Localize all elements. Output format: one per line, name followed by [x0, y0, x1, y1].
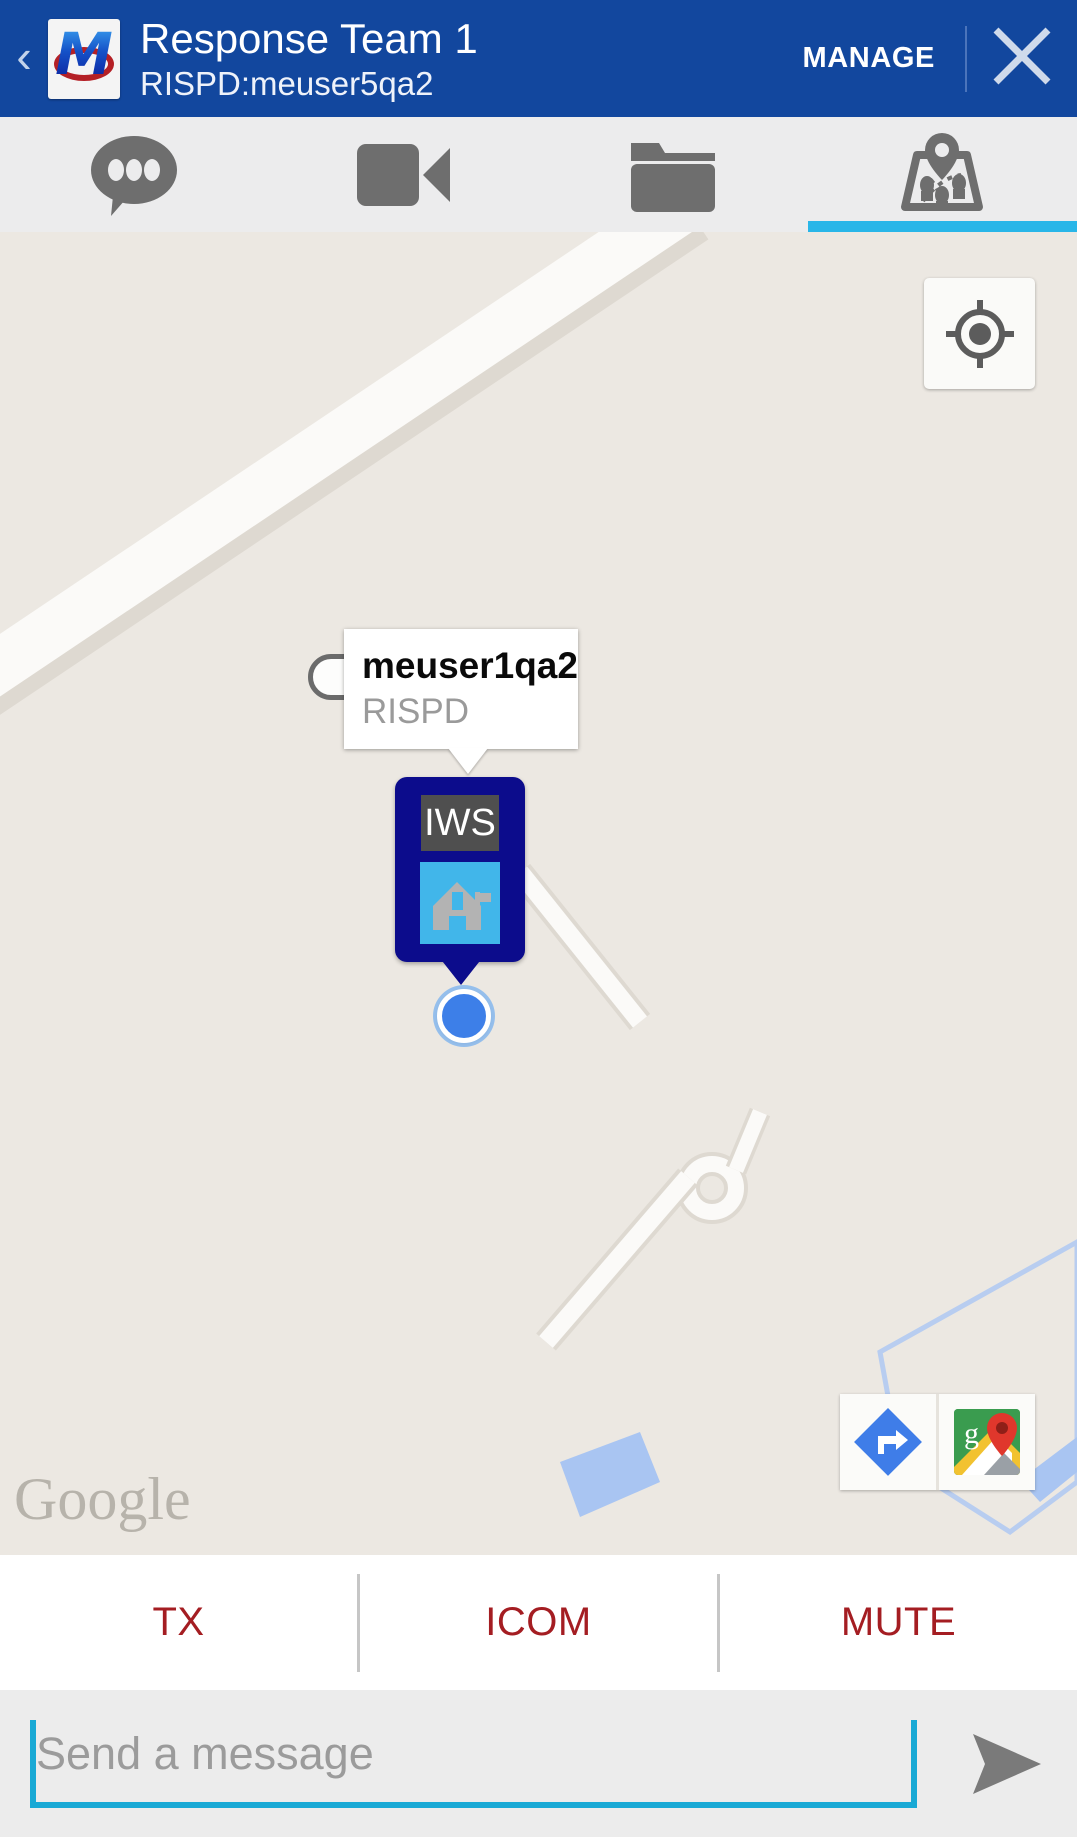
current-location-dot-icon[interactable]	[437, 989, 491, 1043]
tab-chat[interactable]	[0, 117, 269, 232]
message-bar: Send a message	[0, 1690, 1077, 1837]
map-info-callout[interactable]: meuser1qa2 RISPD	[344, 629, 578, 774]
marker-label: IWS	[421, 795, 499, 851]
chat-bubble-icon	[90, 135, 177, 216]
marker-body: IWS	[395, 777, 525, 962]
message-placeholder: Send a message	[36, 1727, 374, 1779]
page-subtitle: RISPD:meuser5qa2	[140, 64, 434, 102]
map-bottom-buttons: g	[840, 1394, 1035, 1490]
map-pin-people-icon	[901, 132, 984, 211]
app-logo-icon: M	[48, 18, 120, 99]
google-watermark: Google	[14, 1466, 191, 1532]
directions-arrow-icon	[854, 1408, 922, 1476]
close-icon	[993, 27, 1051, 84]
map-marker-iws[interactable]: IWS	[395, 777, 525, 985]
tab-bar	[0, 117, 1077, 232]
logo-letter: M	[48, 25, 120, 83]
callout-title: meuser1qa2	[362, 645, 578, 686]
manage-button[interactable]: MANAGE	[773, 42, 966, 75]
marker-icon-box	[420, 862, 500, 944]
folder-icon	[631, 142, 716, 212]
google-maps-logo-icon: g	[954, 1409, 1020, 1475]
callout-subtitle: RISPD	[362, 692, 469, 731]
map-canvas[interactable]: meuser1qa2 RISPD IWS Google g	[0, 232, 1077, 1555]
my-location-crosshair-icon	[945, 299, 1014, 368]
action-icom-button[interactable]: ICOM	[360, 1600, 717, 1645]
action-bar: TX ICOM MUTE	[0, 1555, 1077, 1690]
send-arrow-icon	[973, 1733, 1041, 1794]
close-button[interactable]	[967, 20, 1077, 98]
map-roads	[0, 232, 1077, 1555]
building-with-flag-icon	[433, 882, 491, 934]
my-location-button[interactable]	[924, 278, 1035, 389]
message-input[interactable]: Send a message	[30, 1719, 917, 1808]
tab-active-indicator	[807, 221, 1077, 232]
video-camera-icon	[356, 143, 450, 206]
tab-map[interactable]	[807, 117, 1077, 232]
app-header: ‹ M Response Team 1 RISPD:meuser5qa2 MAN…	[0, 0, 1077, 117]
back-chevron-icon[interactable]: ‹	[0, 33, 48, 85]
action-tx-button[interactable]: TX	[0, 1600, 357, 1645]
send-button[interactable]	[937, 1690, 1077, 1837]
header-titles: Response Team 1 RISPD:meuser5qa2	[120, 14, 773, 104]
tab-files[interactable]	[539, 117, 808, 232]
callout-tail	[448, 748, 488, 774]
tab-video[interactable]	[269, 117, 538, 232]
marker-tail	[439, 957, 483, 985]
directions-button[interactable]	[840, 1394, 936, 1490]
svg-text:g: g	[964, 1417, 979, 1450]
google-maps-button[interactable]: g	[939, 1394, 1035, 1490]
page-title: Response Team 1	[140, 14, 478, 62]
action-mute-button[interactable]: MUTE	[720, 1600, 1077, 1645]
